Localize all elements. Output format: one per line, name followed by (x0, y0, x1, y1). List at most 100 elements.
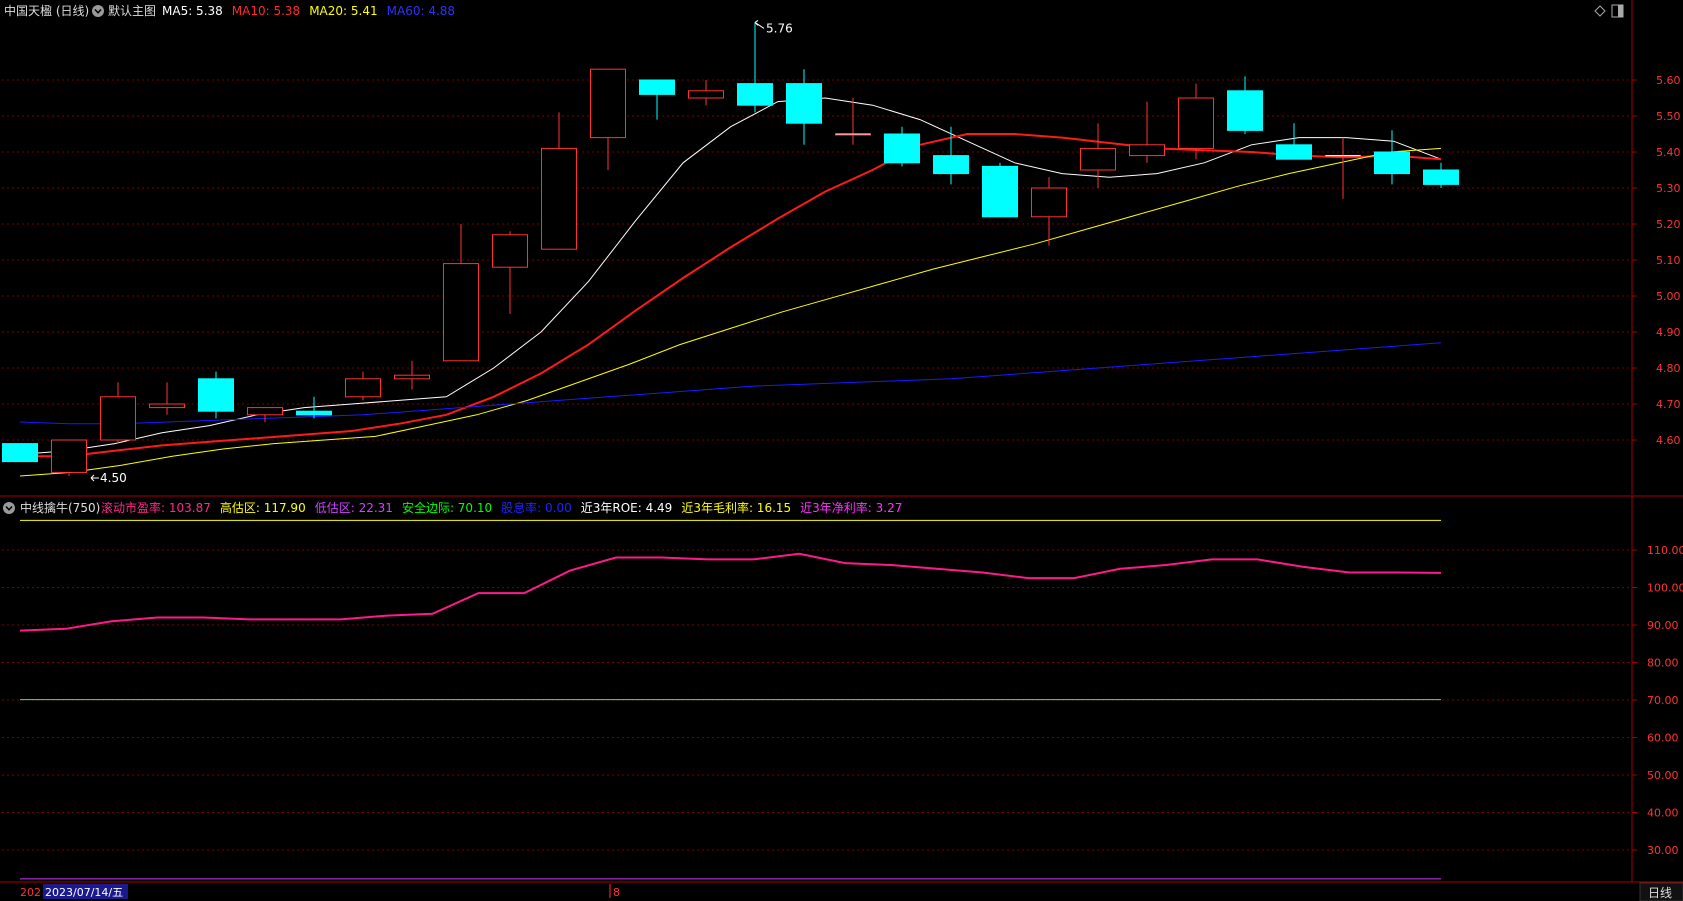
sub-indicator-name[interactable]: 中线擒牛(750) (20, 500, 100, 515)
price-tick-label: 4.60 (1656, 434, 1681, 447)
candle-body (1031, 187, 1067, 218)
bottom-bar: 202 2023/07/14/五 8 日线 (0, 882, 1683, 901)
cursor-date: 2023/07/14/五 (45, 886, 123, 899)
candle (100, 382, 136, 444)
sub-legend: 滚动市盈率: 103.87 高估区: 117.90 低估区: 22.31 安全边际: … (101, 500, 902, 515)
moving-average-lines (19, 97, 1442, 477)
price-tick-label: 5.30 (1656, 182, 1681, 195)
pe-tick-label: 100.00 (1647, 582, 1683, 595)
candle-body (443, 263, 479, 362)
pe-axis: 110.00 100.00 90.00 80.00 70.00 60.00 50.00 40.… (1632, 544, 1683, 857)
pe-tick-label: 40.00 (1647, 807, 1679, 820)
main-panel-frame (0, 0, 1683, 497)
legend-item: 安全边际: 70.10 (402, 500, 492, 515)
legend-item: 近3年毛利率: 16.15 (681, 500, 791, 515)
pe-tick-label: 70.00 (1647, 694, 1679, 707)
candle (982, 162, 1018, 218)
legend-item: 滚动市盈率: 103.87 (101, 500, 211, 515)
candle (1374, 130, 1410, 185)
sub-dropdown-circle-icon[interactable] (3, 502, 15, 514)
high-annotation: 5.76 (754, 19, 793, 35)
price-axis: 5.60 5.50 5.40 5.30 5.20 5.10 5.00 4.90 4.80 4.70… (1632, 74, 1681, 447)
pe-ttm-line (19, 552, 1442, 632)
legend-item: MA5: 5.38 (162, 4, 223, 18)
candle (541, 112, 577, 250)
candle-body (737, 83, 773, 106)
year-prefix: 202 (20, 886, 41, 899)
candle-body (1374, 151, 1410, 175)
candle-body (541, 147, 577, 250)
sub-header: 中线擒牛(750) 滚动市盈率: 103.87 高估区: 117.90 低估区: 2… (3, 500, 902, 515)
candle-body (786, 83, 822, 124)
candle (394, 360, 430, 390)
high-price-label: 5.76 (766, 21, 793, 35)
candle-body (1080, 147, 1116, 171)
candle-body (296, 410, 332, 416)
candle (1129, 101, 1165, 163)
pe-tick-label: 60.00 (1647, 732, 1679, 745)
legend-item: MA60: 4.88 (387, 4, 455, 18)
candle (198, 371, 234, 419)
candle-body (688, 90, 724, 99)
candle (2, 443, 38, 463)
low-annotation: 4.50 (90, 471, 127, 485)
candle-body (2, 443, 38, 463)
candle (884, 126, 920, 167)
candle-body (639, 79, 675, 95)
candle (1227, 76, 1263, 134)
candle (1080, 123, 1116, 188)
candle (639, 79, 675, 120)
price-tick-label: 5.40 (1656, 146, 1681, 159)
candle-body (247, 407, 283, 416)
candle (247, 407, 283, 422)
candle-body (590, 68, 626, 139)
candle-body (394, 374, 430, 380)
candle (443, 224, 479, 362)
dropdown-circle-icon[interactable] (92, 5, 104, 17)
chart-canvas[interactable]: 中国天楹 (日线) 默认主图 MA5: 5.38 MA10: 5.38 MA20: … (0, 0, 1683, 901)
pe-tick-label: 30.00 (1647, 844, 1679, 857)
candle-body (345, 378, 381, 398)
candle-body (492, 234, 528, 268)
stock-title[interactable]: 中国天楹 (日线) (4, 3, 89, 18)
candle-body (1423, 169, 1459, 185)
candle-body (100, 396, 136, 441)
price-tick-label: 5.50 (1656, 110, 1681, 123)
candle (51, 439, 87, 476)
legend-item: 近3年净利率: 3.27 (800, 500, 902, 515)
price-tick-label: 5.20 (1656, 218, 1681, 231)
candle-body (51, 439, 87, 473)
candle (1325, 137, 1361, 199)
candle-body (1276, 144, 1312, 160)
legend-item: 近3年ROE: 4.49 (581, 501, 673, 515)
candle (688, 80, 724, 106)
diamond-icon[interactable] (1594, 5, 1606, 17)
price-tick-label: 4.90 (1656, 326, 1681, 339)
price-tick-label: 5.60 (1656, 74, 1681, 87)
sub-panel-frame (0, 496, 1683, 883)
candle-body (1227, 90, 1263, 131)
candlestick-series (2, 22, 1459, 476)
price-tick-label: 4.70 (1656, 398, 1681, 411)
legend-item: 低估区: 22.31 (315, 501, 393, 515)
stock-chart-window: 中国天楹 (日线) 默认主图 MA5: 5.38 MA10: 5.38 MA20: … (0, 0, 1683, 901)
candle-body (982, 165, 1018, 218)
pe-tick-label: 90.00 (1647, 619, 1679, 632)
ma-legend: MA5: 5.38 MA10: 5.38 MA20: 5.41 MA60: 4.88 (162, 4, 455, 18)
candle (1423, 162, 1459, 188)
main-indicator-name[interactable]: 默认主图 (108, 3, 156, 18)
panel-toggle-icon[interactable] (1611, 4, 1624, 18)
price-tick-label: 4.80 (1656, 362, 1681, 375)
legend-item: 股息率: 0.00 (501, 500, 572, 515)
legend-item: 高估区: 117.90 (220, 500, 306, 515)
candle (835, 98, 871, 145)
candle (1276, 123, 1312, 160)
period-label[interactable]: 日线 (1648, 886, 1672, 900)
main-header: 中国天楹 (日线) 默认主图 MA5: 5.38 MA10: 5.38 MA20: … (4, 3, 1624, 18)
legend-item: MA20: 5.41 (309, 4, 377, 18)
price-grid (2, 79, 1632, 441)
candle (1178, 83, 1214, 160)
ma20-line (19, 147, 1442, 477)
pe-lines (19, 519, 1442, 880)
pe-tick-label: 80.00 (1647, 657, 1679, 670)
